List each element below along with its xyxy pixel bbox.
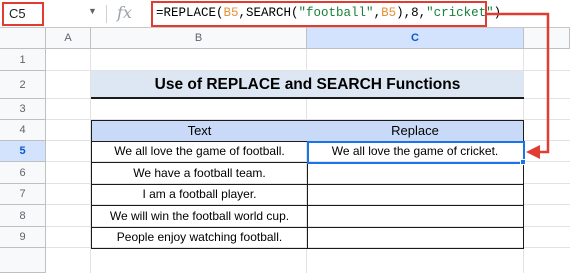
row-header-1[interactable]: 1 (0, 49, 46, 71)
row-header-8[interactable]: 8 (0, 205, 46, 227)
column-header-c[interactable]: C (307, 28, 524, 49)
column-header-d[interactable] (524, 28, 570, 49)
table-cell-text[interactable]: We will win the football world cup. (91, 205, 308, 228)
formula-part: ),8, (396, 6, 427, 20)
row-header-6[interactable]: 6 (0, 162, 46, 184)
sheet-title[interactable]: Use of REPLACE and SEARCH Functions (91, 71, 524, 99)
fill-handle[interactable] (520, 159, 526, 165)
formula-part: ,SEARCH( (238, 6, 299, 20)
formula-part: ) (493, 6, 502, 20)
row-header-4[interactable]: 4 (0, 120, 46, 141)
formula-cell-reference: B5 (381, 6, 397, 20)
table-header-text[interactable]: Text (91, 120, 308, 142)
table-cell-text[interactable]: We all love the game of football. (91, 141, 308, 163)
select-all-corner[interactable] (0, 28, 46, 49)
row-header-9[interactable]: 9 (0, 227, 46, 248)
row-header-10[interactable] (0, 248, 46, 273)
formula-string: "cricket" (426, 6, 494, 20)
row-header-3[interactable]: 3 (0, 99, 46, 120)
row-header-7[interactable]: 7 (0, 184, 46, 205)
fx-icon: fx (117, 3, 132, 22)
column-header-a[interactable]: A (46, 28, 91, 49)
formula-part: , (373, 6, 382, 20)
table-cell-text[interactable]: I am a football player. (91, 184, 308, 206)
table-header-replace[interactable]: Replace (307, 120, 524, 142)
table-cell-replace[interactable] (307, 227, 524, 249)
table-cell-replace[interactable] (307, 162, 524, 185)
formula-part: =REPLACE( (156, 6, 224, 20)
name-box[interactable]: C5 (2, 2, 44, 26)
formula-text: =REPLACE(B5,SEARCH("football",B5),8,"cri… (156, 6, 501, 20)
chevron-down-icon[interactable]: ▼ (88, 6, 97, 16)
formula-bar: C5 ▼ fx =REPLACE(B5,SEARCH("football",B5… (0, 0, 570, 28)
divider (106, 5, 107, 23)
table-cell-replace[interactable] (307, 205, 524, 228)
table-cell-replace[interactable] (307, 184, 524, 206)
formula-cell-reference: B5 (223, 6, 239, 20)
row-header-5[interactable]: 5 (0, 141, 46, 162)
formula-string: "football" (298, 6, 374, 20)
column-header-b[interactable]: B (91, 28, 307, 49)
row-header-2[interactable]: 2 (0, 71, 46, 99)
table-cell-text[interactable]: People enjoy watching football. (91, 227, 308, 249)
table-cell-text[interactable]: We have a football team. (91, 162, 308, 185)
active-cell-selection[interactable] (307, 141, 525, 164)
